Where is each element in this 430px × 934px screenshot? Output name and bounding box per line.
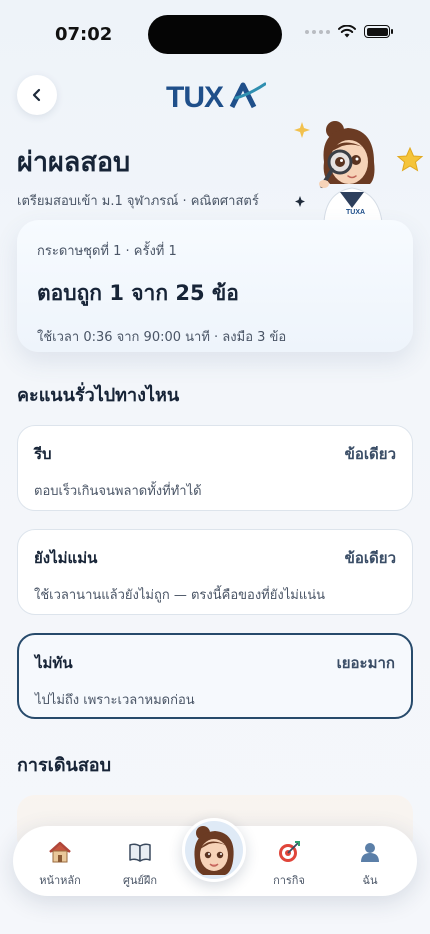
time-used-text: ใช้เวลา 0:36 จาก 90:00 นาที · ลงมือ 3 ข้…	[37, 330, 287, 345]
target-icon	[279, 841, 300, 862]
leak-amount: เยอะมาก	[336, 654, 395, 672]
leak-description: ใช้เวลานานแล้วยังไม่ถูก — ตรงนี้คือของที…	[34, 588, 325, 603]
mascot-avatar-button[interactable]	[182, 818, 246, 882]
tab-label: การกิจ	[273, 874, 305, 887]
leak-card-not-accurate[interactable]: ยังไม่แม่น ข้อเดียว ใช้เวลานานแล้วยังไม่…	[17, 529, 413, 615]
tab-practice[interactable]: ศูนย์ฝึก	[105, 840, 175, 889]
section-title-journey: การเดินสอบ	[17, 755, 112, 776]
star-icon	[396, 146, 424, 172]
tab-home[interactable]: หน้าหลัก	[25, 840, 95, 889]
sparkle-icon	[294, 122, 310, 138]
score-text: ตอบถูก 1 จาก 25 ข้อ	[37, 281, 239, 305]
tuxa-logo: TUX	[166, 81, 266, 114]
leak-card-out-of-time[interactable]: ไม่ทัน เยอะมาก ไปไม่ถึง เพราะเวลาหมดก่อน	[17, 633, 413, 719]
home-icon	[49, 841, 71, 863]
leak-amount: ข้อเดียว	[344, 549, 396, 567]
page-title: ผ่าผลสอบ	[17, 147, 131, 178]
tab-me[interactable]: ฉัน	[335, 840, 405, 889]
page-subtitle: เตรียมสอบเข้า ม.1 จุฬาภรณ์ · คณิตศาสตร์	[17, 194, 259, 209]
result-summary-card: กระดาษชุดที่ 1 · ครั้งที่ 1 ตอบถูก 1 จาก…	[17, 220, 413, 352]
leak-description: ไปไม่ถึง เพราะเวลาหมดก่อน	[35, 693, 195, 708]
mascot-magnifier-illustration: TUXA	[294, 121, 424, 222]
leak-name: ยังไม่แม่น	[34, 549, 98, 567]
sheet-label: กระดาษชุดที่ 1 · ครั้งที่ 1	[37, 244, 177, 259]
chevron-left-icon	[32, 88, 41, 102]
leak-card-rushed[interactable]: รีบ ข้อเดียว ตอบเร็วเกินจนพลาดทั้งที่ทำไ…	[17, 425, 413, 511]
person-icon	[361, 843, 379, 862]
leak-name: ไม่ทัน	[35, 654, 73, 672]
status-icons	[305, 25, 393, 38]
sparkle-small-icon	[295, 196, 305, 207]
cellular-signal-icon	[305, 29, 330, 34]
leak-name: รีบ	[34, 445, 52, 463]
tab-label: หน้าหลัก	[39, 874, 81, 887]
book-icon	[129, 843, 151, 862]
svg-text:TUX: TUX	[166, 81, 224, 114]
section-title-leaks: คะแนนรั่วไปทางไหน	[17, 385, 180, 406]
battery-icon	[364, 25, 393, 38]
status-bar: 07:02	[0, 0, 430, 60]
status-time: 07:02	[55, 24, 113, 45]
back-button[interactable]	[17, 75, 57, 115]
leak-amount: ข้อเดียว	[344, 445, 396, 463]
tab-label: ฉัน	[362, 874, 378, 887]
wifi-icon	[338, 25, 356, 38]
tab-label: ศูนย์ฝึก	[122, 874, 158, 887]
leak-description: ตอบเร็วเกินจนพลาดทั้งที่ทำได้	[34, 484, 202, 499]
tab-missions[interactable]: การกิจ	[254, 840, 324, 889]
mascot-avatar	[185, 821, 243, 879]
svg-text:TUXA: TUXA	[346, 209, 365, 216]
dynamic-island	[148, 15, 282, 54]
